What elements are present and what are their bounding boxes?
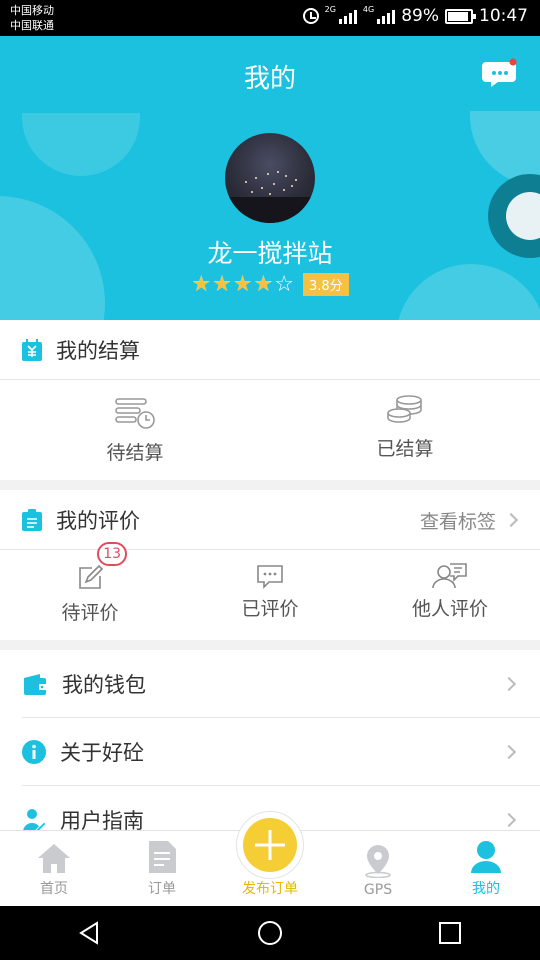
tab-gps[interactable]: GPS <box>324 831 432 906</box>
rating: ☆☆☆☆☆ ★★★★★ 3.8分 <box>0 273 540 296</box>
carrier-2: 中国联通 <box>10 19 54 32</box>
score-badge: 3.8分 <box>302 273 349 296</box>
chevron-right-icon <box>501 744 517 760</box>
others-review-label: 他人评价 <box>411 598 488 620</box>
menu-list: 我的钱包 关于好砼 用户指南 <box>0 650 540 830</box>
evaluation-icon <box>22 508 42 531</box>
coins-stack-icon <box>387 395 422 423</box>
tab-home[interactable]: 首页 <box>0 831 108 906</box>
pending-review-label: 待评价 <box>61 602 119 624</box>
pending-review-count-badge: 13 <box>97 542 128 566</box>
section-title: 我的评价 <box>56 508 140 533</box>
user-guide-icon <box>23 809 46 830</box>
signal-icon <box>338 8 357 24</box>
chevron-right-icon <box>501 812 517 828</box>
recent-apps-icon[interactable] <box>437 920 463 946</box>
user-comment-icon <box>432 563 467 589</box>
settlement-section: 我的结算 待结算 已结算 <box>0 320 540 480</box>
tab-label: 我的 <box>472 881 500 897</box>
avatar[interactable] <box>225 133 315 223</box>
station-name: 龙一搅拌站 <box>207 239 333 268</box>
home-circle-icon[interactable] <box>257 920 283 946</box>
back-icon[interactable] <box>77 920 103 946</box>
wallet-icon <box>24 674 48 695</box>
rating-stars: ☆☆☆☆☆ ★★★★★ <box>191 271 295 297</box>
others-review-button[interactable]: 他人评价 <box>360 550 540 640</box>
bottom-tab-bar: 首页 订单 发布订单 GPS 我的 <box>0 811 540 906</box>
carrier-info: 中国移动 中国联通 <box>10 3 54 33</box>
pending-settlement-label: 待结算 <box>106 442 164 464</box>
settlement-header: 我的结算 <box>0 320 540 380</box>
battery-icon <box>445 8 476 24</box>
tab-label: 订单 <box>148 881 176 897</box>
status-bar: 中国移动 中国联通 2G 4G 89% 10:47 <box>0 0 540 36</box>
plus-icon[interactable] <box>236 811 304 879</box>
about-row[interactable]: 关于好砼 <box>0 718 540 786</box>
comment-icon <box>257 565 283 589</box>
reviewed-button[interactable]: 已评价 <box>180 550 360 640</box>
about-label: 关于好砼 <box>60 741 144 765</box>
wallet-row[interactable]: 我的钱包 <box>0 650 540 718</box>
clock: 10:47 <box>479 6 528 26</box>
info-icon <box>22 740 46 764</box>
reviewed-label: 已评价 <box>241 598 299 620</box>
view-tags-label: 查看标签 <box>419 510 496 533</box>
settled-button[interactable]: 已结算 <box>270 380 540 480</box>
section-title: 我的结算 <box>56 338 140 363</box>
location-pin-icon <box>365 845 391 878</box>
order-icon <box>149 841 176 873</box>
tab-label: 首页 <box>40 881 68 897</box>
pending-settlement-button[interactable]: 待结算 <box>0 380 270 480</box>
tab-label: GPS <box>363 882 393 898</box>
home-icon <box>38 844 70 873</box>
tab-mine[interactable]: 我的 <box>432 831 540 906</box>
profile-header: 我的 龙一搅拌站 ☆☆☆☆☆ ★★★★★ 3.8分 <box>0 36 540 320</box>
tab-label: 发布订单 <box>242 881 298 897</box>
network-type-1: 2G <box>324 5 336 14</box>
alarm-icon <box>302 8 319 24</box>
pending-settlement-icon <box>115 398 155 429</box>
view-tags-link[interactable]: 查看标签 <box>419 490 519 550</box>
settlement-icon <box>22 338 42 361</box>
carrier-1: 中国移动 <box>10 4 54 17</box>
user-guide-label: 用户指南 <box>60 809 144 830</box>
chevron-right-icon <box>501 676 517 692</box>
network-type-2: 4G <box>362 5 375 14</box>
page-title: 我的 <box>243 64 296 94</box>
evaluation-section: 我的评价 查看标签 13 待评价 已评价 他人评价 <box>0 490 540 640</box>
signal-icon <box>377 8 396 24</box>
wallet-label: 我的钱包 <box>62 673 146 697</box>
battery-percent: 89% <box>401 6 439 26</box>
evaluation-header: 我的评价 查看标签 <box>0 490 540 550</box>
settled-label: 已结算 <box>376 438 434 460</box>
pending-review-button[interactable]: 13 待评价 <box>0 542 180 640</box>
edit-icon <box>79 564 104 589</box>
system-nav-bar <box>0 906 540 960</box>
tab-orders[interactable]: 订单 <box>108 831 216 906</box>
user-icon <box>471 841 501 873</box>
tab-publish-order[interactable]: 发布订单 <box>216 811 324 906</box>
chevron-right-icon <box>503 512 519 528</box>
chat-bubble-icon[interactable] <box>482 58 518 88</box>
